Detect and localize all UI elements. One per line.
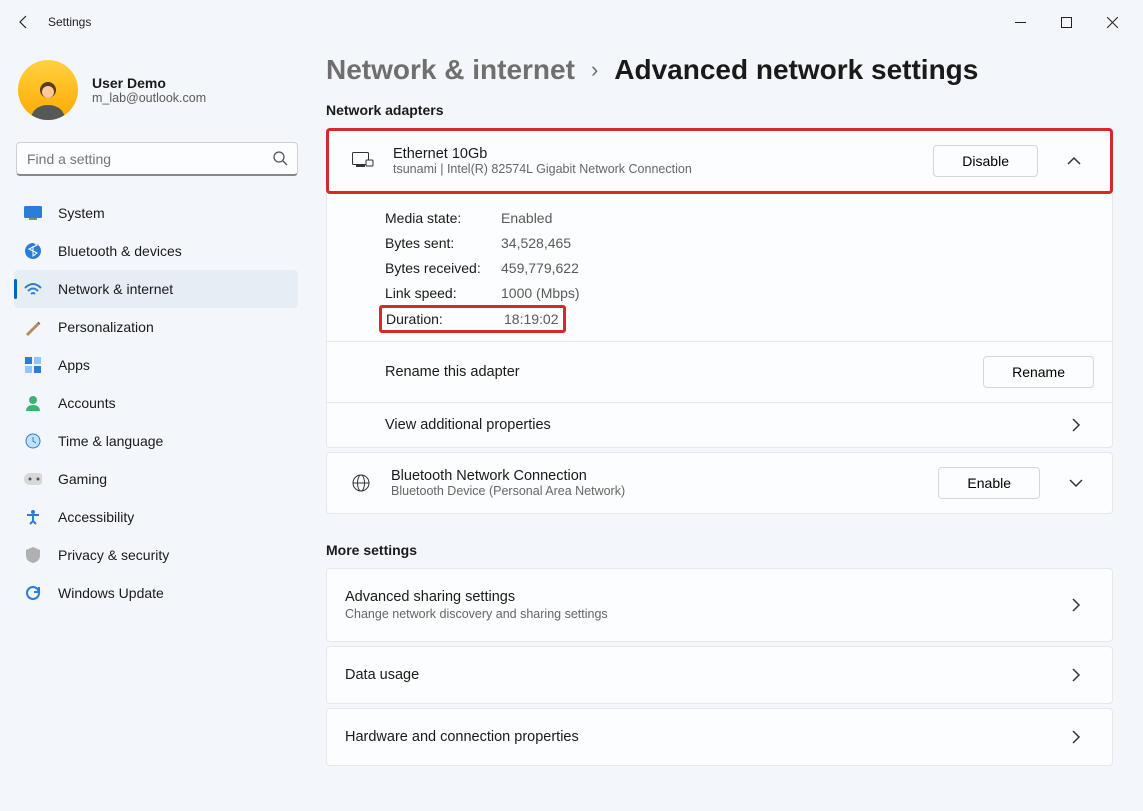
section-header-adapters: Network adapters — [326, 102, 1113, 118]
close-icon — [1107, 17, 1118, 28]
link-speed-value: 1000 (Mbps) — [501, 285, 580, 301]
adapter-subtitle: tsunami | Intel(R) 82574L Gigabit Networ… — [393, 162, 915, 176]
chevron-right-icon — [1058, 730, 1094, 744]
adapter-title: Bluetooth Network Connection — [391, 468, 920, 484]
breadcrumb-parent[interactable]: Network & internet — [326, 54, 575, 86]
bytes-sent-label: Bytes sent: — [385, 235, 501, 251]
sidebar-item-label: System — [58, 205, 105, 221]
minimize-button[interactable] — [997, 6, 1043, 38]
advanced-sharing-row[interactable]: Advanced sharing settings Change network… — [326, 568, 1113, 642]
sidebar-item-apps[interactable]: Apps — [14, 346, 298, 384]
user-name: User Demo — [92, 75, 206, 91]
avatar — [18, 60, 78, 120]
sidebar-item-accessibility[interactable]: Accessibility — [14, 498, 298, 536]
sidebar-item-time[interactable]: Time & language — [14, 422, 298, 460]
breadcrumb: Network & internet › Advanced network se… — [326, 54, 1113, 86]
rename-adapter-row: Rename this adapter Rename — [327, 341, 1112, 402]
view-properties-label: View additional properties — [385, 417, 1058, 433]
adapter-subtitle: Bluetooth Device (Personal Area Network) — [391, 484, 920, 498]
sidebar-item-label: Privacy & security — [58, 547, 169, 563]
sidebar-item-label: Time & language — [58, 433, 163, 449]
maximize-icon — [1061, 17, 1072, 28]
maximize-button[interactable] — [1043, 6, 1089, 38]
accounts-icon — [24, 394, 42, 412]
user-block[interactable]: User Demo m_lab@outlook.com — [14, 52, 312, 142]
chevron-right-icon: › — [591, 57, 598, 83]
update-icon — [24, 584, 42, 602]
media-state-label: Media state: — [385, 210, 501, 226]
sidebar-item-label: Personalization — [58, 319, 154, 335]
apps-icon — [24, 356, 42, 374]
duration-value: 18:19:02 — [504, 311, 559, 327]
duration-label: Duration: — [386, 311, 504, 327]
arrow-left-icon — [16, 14, 32, 30]
adapter-details: Media state:Enabled Bytes sent:34,528,46… — [327, 193, 1112, 341]
sidebar-item-update[interactable]: Windows Update — [14, 574, 298, 612]
sidebar-item-network[interactable]: Network & internet — [14, 270, 298, 308]
hardware-properties-row[interactable]: Hardware and connection properties — [326, 708, 1113, 766]
rename-button[interactable]: Rename — [983, 356, 1094, 388]
sidebar-item-label: Gaming — [58, 471, 107, 487]
back-button[interactable] — [8, 6, 40, 38]
sidebar-item-bluetooth[interactable]: Bluetooth & devices — [14, 232, 298, 270]
time-icon — [24, 432, 42, 450]
close-button[interactable] — [1089, 6, 1135, 38]
bytes-sent-value: 34,528,465 — [501, 235, 571, 251]
adapter-title: Ethernet 10Gb — [393, 146, 915, 162]
sidebar-item-privacy[interactable]: Privacy & security — [14, 536, 298, 574]
section-header-more: More settings — [326, 542, 1113, 558]
ethernet-icon — [351, 149, 375, 173]
row-subtitle: Change network discovery and sharing set… — [345, 607, 1058, 621]
gaming-icon — [24, 470, 42, 488]
search-icon — [272, 150, 288, 171]
network-icon — [24, 280, 42, 298]
chevron-right-icon — [1058, 668, 1094, 682]
sidebar-item-label: Windows Update — [58, 585, 164, 601]
sidebar-item-gaming[interactable]: Gaming — [14, 460, 298, 498]
adapter-bluetooth-row[interactable]: Bluetooth Network Connection Bluetooth D… — [327, 453, 1112, 513]
chevron-right-icon — [1058, 418, 1094, 432]
minimize-icon — [1015, 17, 1026, 28]
user-email: m_lab@outlook.com — [92, 91, 206, 105]
sidebar-item-label: Apps — [58, 357, 90, 373]
sidebar-item-system[interactable]: System — [14, 194, 298, 232]
sidebar-item-label: Bluetooth & devices — [58, 243, 182, 259]
sidebar-item-label: Accounts — [58, 395, 116, 411]
disable-button[interactable]: Disable — [933, 145, 1038, 177]
bytes-recv-label: Bytes received: — [385, 260, 501, 276]
accessibility-icon — [24, 508, 42, 526]
sidebar-item-accounts[interactable]: Accounts — [14, 384, 298, 422]
personalize-icon — [24, 318, 42, 336]
adapter-ethernet-row[interactable]: Ethernet 10Gb tsunami | Intel(R) 82574L … — [329, 131, 1110, 191]
link-speed-label: Link speed: — [385, 285, 501, 301]
page-title: Advanced network settings — [614, 54, 978, 86]
rename-label: Rename this adapter — [385, 364, 983, 380]
chevron-up-icon[interactable] — [1056, 156, 1092, 166]
system-icon — [24, 204, 42, 222]
sidebar-item-label: Network & internet — [58, 281, 173, 297]
globe-icon — [349, 471, 373, 495]
nav-list: System Bluetooth & devices Network & int… — [14, 194, 298, 612]
sidebar-item-label: Accessibility — [58, 509, 134, 525]
data-usage-row[interactable]: Data usage — [326, 646, 1113, 704]
view-properties-row[interactable]: View additional properties — [327, 402, 1112, 447]
sidebar-item-personalization[interactable]: Personalization — [14, 308, 298, 346]
row-title: Data usage — [345, 667, 1058, 683]
search-input[interactable] — [16, 142, 298, 176]
bytes-recv-value: 459,779,622 — [501, 260, 579, 276]
media-state-value: Enabled — [501, 210, 552, 226]
chevron-right-icon — [1058, 598, 1094, 612]
bluetooth-icon — [24, 242, 42, 260]
row-title: Hardware and connection properties — [345, 729, 1058, 745]
chevron-down-icon[interactable] — [1058, 478, 1094, 488]
privacy-icon — [24, 546, 42, 564]
row-title: Advanced sharing settings — [345, 589, 1058, 605]
enable-button[interactable]: Enable — [938, 467, 1040, 499]
window-title: Settings — [48, 15, 91, 29]
